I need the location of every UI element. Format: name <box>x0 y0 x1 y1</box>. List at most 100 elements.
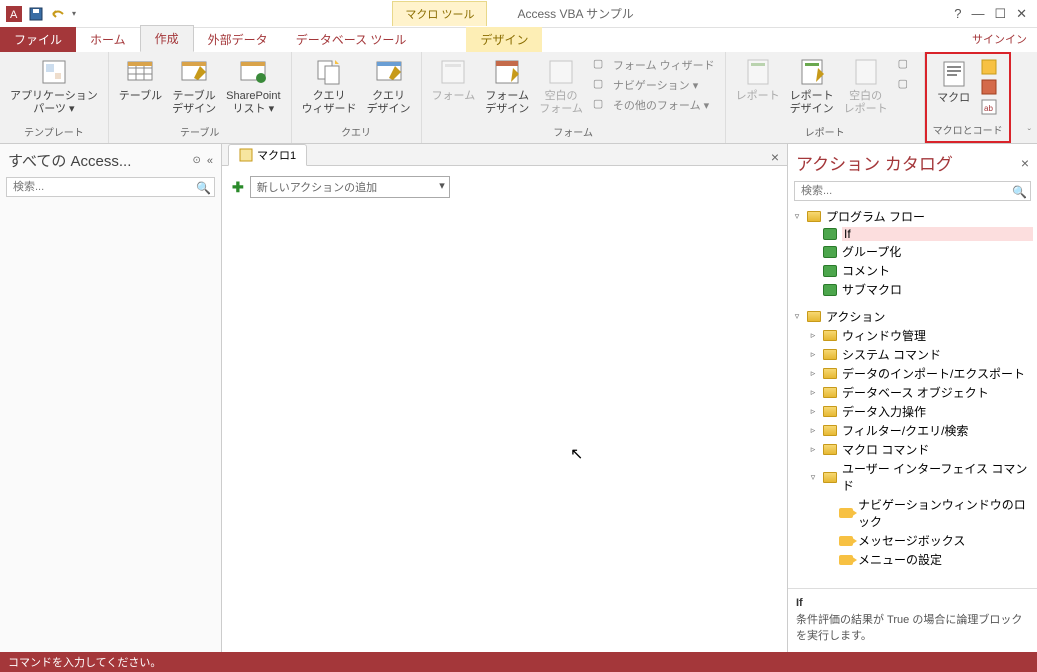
catalog-search-input[interactable] <box>794 181 1031 201</box>
group-label-templates: テンプレート <box>6 124 102 141</box>
tree-item-if[interactable]: If <box>792 226 1033 242</box>
tree-folder-system[interactable]: ▹システム コマンド <box>792 345 1033 364</box>
help-button[interactable]: ? <box>954 6 961 22</box>
action-icon <box>822 264 838 278</box>
ribbon-collapse-icon[interactable]: ˇ <box>1028 128 1031 139</box>
table-design-button[interactable]: テーブル デザイン <box>168 54 220 118</box>
navigation-label: ナビゲーション ▾ <box>613 77 698 93</box>
tab-design[interactable]: デザイン <box>466 27 542 52</box>
table-button[interactable]: テーブル <box>115 54 166 105</box>
ribbon: アプリケーション パーツ ▾ テンプレート テーブル テーブル デザイン Sha… <box>0 52 1037 144</box>
blank-form-button[interactable]: 空白の フォーム <box>535 54 587 118</box>
group-label-forms: フォーム <box>428 124 719 141</box>
module-button[interactable] <box>979 58 999 76</box>
tree-folder-import[interactable]: ▹データのインポート/エクスポート <box>792 364 1033 383</box>
form-wizard-button[interactable]: ▢フォーム ウィザード <box>591 56 717 74</box>
application-parts-button[interactable]: アプリケーション パーツ ▾ <box>6 54 102 118</box>
folder-icon <box>822 367 838 381</box>
doc-close-button[interactable]: × <box>763 149 787 165</box>
blank-form-icon <box>545 56 577 88</box>
tree-item-comment[interactable]: コメント <box>792 261 1033 280</box>
tree-item-navlock[interactable]: ナビゲーションウィンドウのロック <box>792 495 1033 531</box>
tree-group-actions[interactable]: ▿ アクション <box>792 307 1033 326</box>
action-icon <box>838 534 854 548</box>
window-controls: ? — ☐ ✕ <box>944 6 1037 22</box>
undo-redo-icon[interactable] <box>50 6 66 22</box>
class-module-icon <box>981 79 997 95</box>
caret-icon: ▿ <box>792 211 802 222</box>
sharepoint-lists-button[interactable]: SharePoint リスト ▾ <box>222 54 284 118</box>
tab-file[interactable]: ファイル <box>0 27 76 52</box>
tree-folder-macrocmd[interactable]: ▹マクロ コマンド <box>792 440 1033 459</box>
vba-button[interactable]: ab <box>979 98 999 116</box>
catalog-close-button[interactable]: × <box>1021 155 1029 171</box>
form-icon <box>437 56 469 88</box>
query-design-button[interactable]: クエリ デザイン <box>363 54 415 118</box>
save-icon[interactable] <box>28 6 44 22</box>
tree-folder-dataentry[interactable]: ▹データ入力操作 <box>792 402 1033 421</box>
maximize-button[interactable]: ☐ <box>994 6 1006 22</box>
ribbon-group-forms: フォーム フォーム デザイン 空白の フォーム ▢フォーム ウィザード ▢ナビゲ… <box>422 52 726 143</box>
status-text: コマンドを入力してください。 <box>8 654 161 670</box>
nav-title[interactable]: すべての Access... <box>8 150 186 171</box>
macro-designer: ✚ 新しいアクションの追加 ↖ <box>222 166 787 652</box>
search-icon[interactable]: 🔍 <box>196 181 211 195</box>
form-wizard-icon: ▢ <box>593 57 609 73</box>
desc-body: 条件評価の結果が True の場合に論理ブロックを実行します。 <box>796 613 1029 644</box>
class-module-button[interactable] <box>979 78 999 96</box>
tree-folder-dbobject[interactable]: ▹データベース オブジェクト <box>792 383 1033 402</box>
group-label-macro: マクロとコード <box>933 122 1003 139</box>
report-button[interactable]: レポート <box>732 54 784 105</box>
tree-item-msgbox[interactable]: メッセージボックス <box>792 531 1033 550</box>
document-tabs: マクロ1 × <box>222 144 787 166</box>
report-design-button[interactable]: レポート デザイン <box>786 54 838 118</box>
form-design-button[interactable]: フォーム デザイン <box>481 54 533 118</box>
nav-collapse-icon[interactable]: « <box>207 155 213 167</box>
nav-dropdown-icon[interactable]: ⊙ <box>192 155 200 166</box>
labels-button[interactable]: ▢ <box>896 76 916 94</box>
minimize-button[interactable]: — <box>971 6 984 22</box>
report-wizard-button[interactable]: ▢ <box>896 56 916 74</box>
tab-external-data[interactable]: 外部データ <box>194 27 282 52</box>
blank-report-button[interactable]: 空白の レポート <box>840 54 892 118</box>
ribbon-tabs: ファイル ホーム 作成 外部データ データベース ツール デザイン <box>0 28 1037 52</box>
nav-search-input[interactable] <box>6 177 215 197</box>
desc-title: If <box>796 597 1029 609</box>
navigation-button[interactable]: ▢ナビゲーション ▾ <box>591 76 717 94</box>
tree-folder-filter[interactable]: ▹フィルター/クエリ/検索 <box>792 421 1033 440</box>
tab-macro1[interactable]: マクロ1 <box>228 144 307 166</box>
query-wizard-button[interactable]: クエリ ウィザード <box>298 54 361 118</box>
macro-button[interactable]: マクロ <box>933 56 975 107</box>
folder-icon <box>822 329 838 343</box>
signin-link[interactable]: サインイン <box>966 28 1033 50</box>
table-design-icon <box>178 56 210 88</box>
form-wizard-label: フォーム ウィザード <box>613 57 715 73</box>
folder-icon <box>822 405 838 419</box>
labels-icon: ▢ <box>898 77 914 93</box>
catalog-description: If 条件評価の結果が True の場合に論理ブロックを実行します。 <box>788 588 1037 652</box>
ribbon-group-reports: レポート レポート デザイン 空白の レポート ▢ ▢ レポート <box>726 52 925 143</box>
tree-item-group[interactable]: グループ化 <box>792 242 1033 261</box>
sharepoint-label: SharePoint リスト ▾ <box>226 90 280 116</box>
close-button[interactable]: ✕ <box>1016 6 1027 22</box>
tab-macro1-label: マクロ1 <box>257 147 296 163</box>
add-action-plus-icon[interactable]: ✚ <box>232 179 244 196</box>
macro-icon <box>938 58 970 90</box>
tree-item-submacro[interactable]: サブマクロ <box>792 280 1033 299</box>
more-forms-button[interactable]: ▢その他のフォーム ▾ <box>591 96 717 114</box>
tree-folder-window[interactable]: ▹ウィンドウ管理 <box>792 326 1033 345</box>
catalog-search: 🔍 <box>794 181 1031 201</box>
form-button[interactable]: フォーム <box>428 54 480 105</box>
table-icon <box>124 56 156 88</box>
search-icon[interactable]: 🔍 <box>1012 185 1027 199</box>
tree-item-menuset[interactable]: メニューの設定 <box>792 550 1033 569</box>
add-action-dropdown[interactable]: 新しいアクションの追加 <box>250 176 450 198</box>
tab-create[interactable]: 作成 <box>140 25 194 52</box>
tab-database-tools[interactable]: データベース ツール <box>282 27 421 52</box>
ribbon-group-templates: アプリケーション パーツ ▾ テンプレート <box>0 52 109 143</box>
tree-folder-ui[interactable]: ▿ユーザー インターフェイス コマンド <box>792 459 1033 495</box>
tab-home[interactable]: ホーム <box>76 27 140 52</box>
action-icon <box>822 245 838 259</box>
qat-dropdown-icon[interactable]: ▾ <box>72 9 76 18</box>
tree-group-program-flow[interactable]: ▿ プログラム フロー <box>792 207 1033 226</box>
